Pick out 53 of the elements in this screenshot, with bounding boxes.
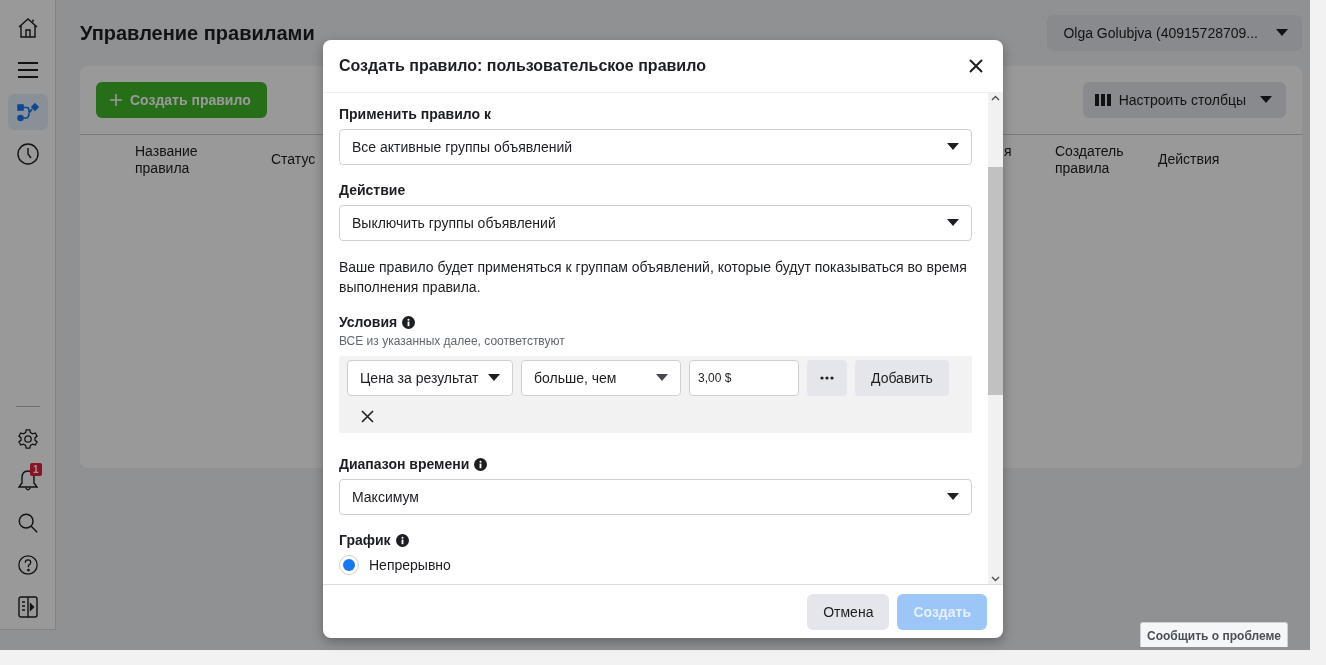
rules-nav-item[interactable]: [7, 94, 48, 130]
caret-icon: [1276, 29, 1288, 37]
scrollbar[interactable]: [988, 93, 1003, 584]
help-icon[interactable]: [16, 554, 39, 576]
caret-icon: [656, 374, 668, 382]
time-range-dropdown[interactable]: Максимум: [339, 479, 972, 515]
info-icon[interactable]: [474, 457, 488, 471]
field-label: Условия: [339, 314, 398, 330]
scroll-down-icon[interactable]: [991, 576, 1000, 582]
column-header: я: [1004, 143, 1013, 160]
column-header: Название правила: [135, 143, 199, 177]
columns-button[interactable]: Настроить столбцы: [1082, 82, 1286, 118]
conditions-subtitle: ВСЕ из указанных далее, соответствуют: [339, 334, 566, 348]
more-icon: [820, 376, 834, 380]
metric-dropdown[interactable]: Цена за результат: [347, 360, 513, 396]
caret-icon: [947, 143, 959, 151]
column-header: Действия: [1158, 151, 1221, 168]
page-title: Управление правилами: [80, 21, 315, 45]
info-icon[interactable]: [395, 533, 409, 547]
columns-icon: [1094, 94, 1111, 106]
radio-label: Непрерывно: [369, 557, 451, 573]
info-icon[interactable]: [402, 315, 416, 329]
plus-icon: [110, 94, 122, 106]
caret-icon: [488, 374, 500, 382]
add-button[interactable]: Добавить: [855, 360, 949, 396]
clock-icon[interactable]: [15, 142, 40, 166]
action-dropdown[interactable]: Выключить группы объявлений: [339, 205, 972, 241]
scroll-up-icon[interactable]: [991, 95, 1000, 101]
settings-icon[interactable]: [16, 428, 39, 450]
sidebar-panel-icon[interactable]: [17, 596, 38, 618]
search-icon[interactable]: [16, 512, 39, 534]
caret-icon: [947, 219, 959, 227]
notification-badge: 1: [29, 463, 42, 476]
field-label: График: [339, 532, 391, 548]
field-label: Диапазон времени: [339, 456, 470, 472]
help-text: Ваше правило будет применяться к группам объявлений, которые будут показываться во время выполнения правила.: [339, 258, 968, 297]
close-icon[interactable]: [969, 59, 983, 73]
caret-icon: [947, 493, 959, 501]
apply-to-dropdown[interactable]: Все активные группы объявлений: [339, 129, 972, 165]
field-label: Применить правило к: [339, 106, 492, 122]
dialog-title: Создать правило: пользовательское правило: [339, 57, 706, 75]
operator-dropdown[interactable]: больше, чем: [521, 360, 681, 396]
field-label: Действие: [339, 182, 407, 198]
column-header: Статус: [271, 151, 317, 168]
cancel-button[interactable]: Отмена: [807, 593, 890, 630]
caret-icon: [1260, 96, 1272, 104]
report-problem-button[interactable]: Сообщить о проблеме: [1140, 622, 1289, 647]
remove-icon[interactable]: [361, 410, 374, 423]
flowchart-icon[interactable]: [15, 102, 40, 122]
account-selector[interactable]: Olga Golubjva (40915728709...: [1047, 15, 1302, 51]
value-input[interactable]: 3,00 $: [689, 360, 799, 396]
column-header: Создатель правила: [1055, 143, 1125, 177]
menu-icon[interactable]: [16, 60, 39, 80]
